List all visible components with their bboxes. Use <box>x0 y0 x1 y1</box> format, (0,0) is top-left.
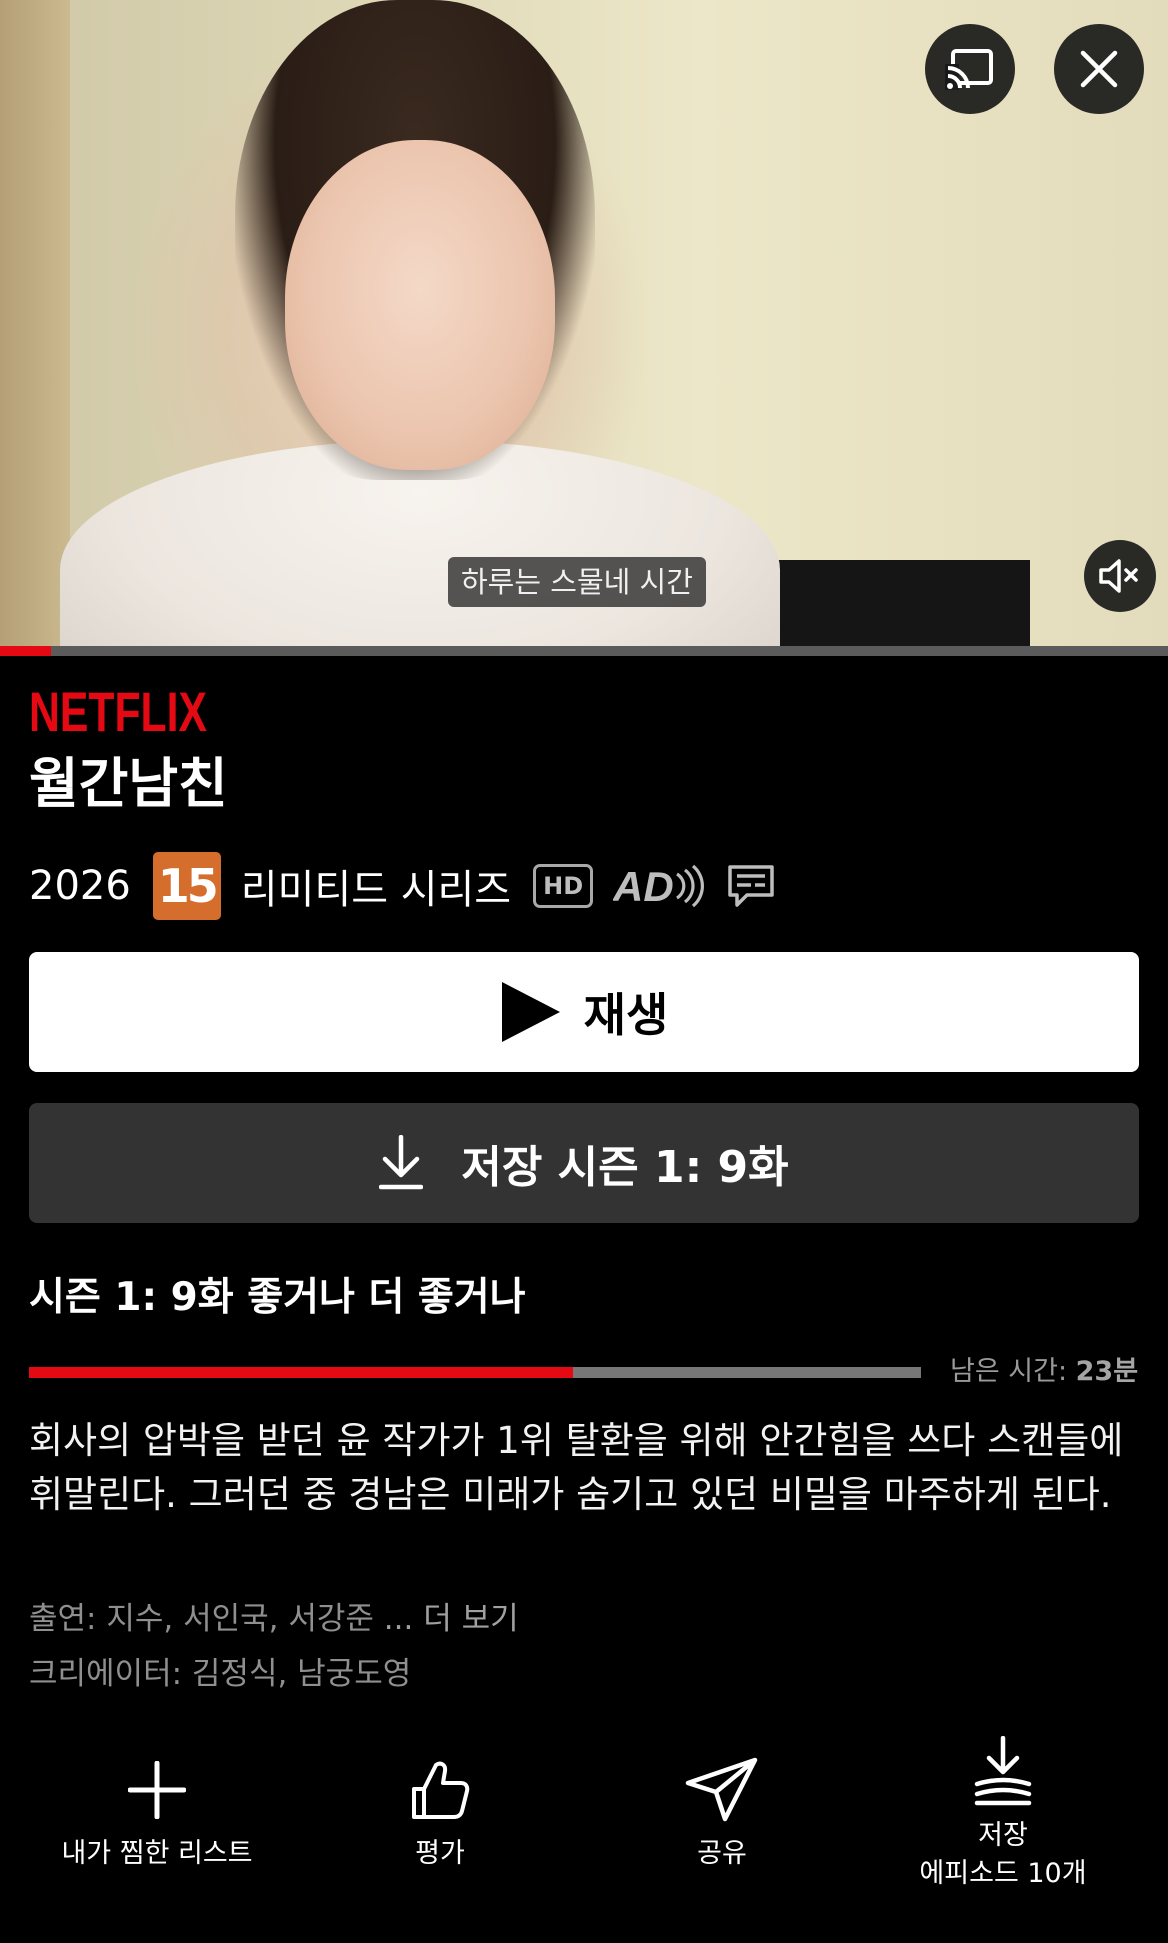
hd-badge: HD <box>533 864 594 908</box>
download-button-label: 저장 시즌 1: 9화 <box>461 1142 789 1193</box>
svg-text:AD: AD <box>613 864 674 908</box>
play-button-label: 재생 <box>583 988 669 1042</box>
release-year: 2026 <box>29 863 131 909</box>
download-episodes-label: 저장 <box>978 1820 1028 1851</box>
audio-description-icon: AD <box>613 864 705 908</box>
episode-title: 시즌 1: 9화 좋거나 더 좋거나 <box>29 1275 526 1320</box>
rate-button[interactable]: 평가 <box>295 1745 585 1873</box>
cast-list: 출연: 지수, 서인국, 서강준 <box>29 1601 374 1637</box>
series-type: 리미티드 시리즈 <box>240 867 512 913</box>
cast-icon <box>945 49 993 90</box>
video-preview[interactable]: 하루는 스물네 시간 <box>0 0 1168 656</box>
download-episodes-button[interactable]: 저장 에피소드 10개 <box>858 1725 1148 1893</box>
cast-button[interactable] <box>925 24 1015 114</box>
close-button[interactable] <box>1054 24 1144 114</box>
video-scrubber[interactable] <box>0 646 1168 656</box>
age-rating-badge: 15 <box>152 852 221 920</box>
action-bar: 내가 찜한 리스트 평가 공유 저장 에피소드 10개 <box>0 1736 1168 1925</box>
download-episode-button[interactable]: 저장 시즌 1: 9화 <box>29 1103 1139 1223</box>
svg-text:NETFLIX: NETFLIX <box>29 684 207 736</box>
creator-credits: 크리에이터: 김정식, 남궁도영 <box>29 1656 412 1692</box>
episode-synopsis: 회사의 압박을 받던 윤 작가가 1위 탈환을 위해 안간힘을 쓰다 스캔들에 … <box>29 1419 1124 1516</box>
episode-progress-fill <box>29 1367 574 1378</box>
share-label: 공유 <box>697 1838 747 1869</box>
play-icon <box>501 982 560 1042</box>
muted-speaker-icon <box>1099 559 1138 593</box>
time-remaining: 남은 시간: 23분 <box>950 1352 1138 1392</box>
more-cast-link[interactable]: ... 더 보기 <box>384 1601 519 1637</box>
mute-toggle-button[interactable] <box>1084 540 1156 612</box>
netflix-logo: NETFLIX <box>29 684 207 736</box>
episode-progress-bar <box>29 1367 921 1378</box>
play-button[interactable]: 재생 <box>29 952 1139 1072</box>
thumbs-up-icon <box>412 1761 470 1819</box>
video-scrubber-fill <box>0 646 52 656</box>
share-icon <box>685 1757 758 1822</box>
download-icon <box>379 1135 424 1190</box>
cast-credits: 출연: 지수, 서인국, 서강준 ... 더 보기 <box>29 1596 519 1642</box>
plus-icon <box>128 1761 186 1819</box>
share-button[interactable]: 공유 <box>577 1745 867 1873</box>
download-episodes-count: 에피소드 10개 <box>919 1858 1087 1889</box>
meta-row: 2026 15 리미티드 시리즈 HD AD <box>29 850 775 922</box>
background-shelf <box>0 0 70 656</box>
close-icon <box>1080 50 1118 88</box>
my-list-button[interactable]: 내가 찜한 리스트 <box>12 1745 302 1873</box>
show-title: 월간남친 <box>29 752 228 815</box>
time-remaining-prefix: 남은 시간: <box>950 1356 1068 1387</box>
subtitles-icon <box>728 865 774 907</box>
video-subtitle: 하루는 스물네 시간 <box>448 557 706 607</box>
my-list-label: 내가 찜한 리스트 <box>61 1838 253 1869</box>
time-remaining-value: 23분 <box>1075 1356 1139 1387</box>
person-face <box>285 140 555 470</box>
download-episodes-icon <box>974 1736 1032 1806</box>
rate-label: 평가 <box>415 1838 465 1869</box>
